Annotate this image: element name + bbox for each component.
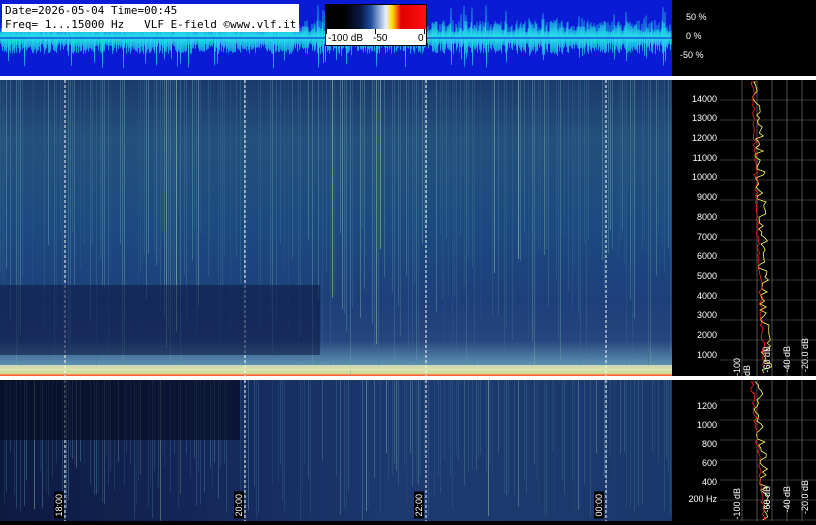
color-scale: -100 dB -50 0 <box>325 4 427 46</box>
time-label: 00:00 <box>594 492 604 519</box>
frequency-label: Freq= 1...15000 Hz VLF E-field ©www.vlf.… <box>5 18 297 31</box>
color-scale-bar <box>326 5 426 29</box>
freq-label: 10000 <box>691 172 717 182</box>
info-box: Date=2026-05-04 Time=00:45 Freq= 1...150… <box>2 4 300 32</box>
freq-label: 400 <box>701 477 717 487</box>
spectrogram-upper <box>0 80 672 376</box>
db-label: -100 dB <box>732 357 752 376</box>
freq-label: 12000 <box>691 133 717 143</box>
db-label: -40 dB <box>782 346 792 373</box>
spectrogram-texture <box>0 80 672 376</box>
freq-label: 2000 <box>696 330 717 340</box>
freq-label: 14000 <box>691 94 717 104</box>
spectrum-profile-upper: 14000 13000 12000 11000 10000 9000 8000 … <box>672 80 816 376</box>
freq-label: 1000 <box>696 420 717 430</box>
db-label: -60 dB <box>762 346 772 373</box>
spectrogram-lower: 18:00 20:00 22:00 00:00 <box>0 380 672 521</box>
date-time-label: Date=2026-05-04 Time=00:45 <box>5 4 178 17</box>
scale-label-min: -100 dB <box>328 33 364 44</box>
freq-label: 3000 <box>696 310 717 320</box>
freq-label: 1200 <box>696 401 717 411</box>
percent-label: 50 % <box>686 12 707 22</box>
db-label: -60 dB <box>762 486 772 513</box>
db-label: -40 dB <box>782 486 792 513</box>
freq-label: 600 <box>701 458 717 468</box>
freq-label: 7000 <box>696 232 717 242</box>
freq-label: 8000 <box>696 212 717 222</box>
percent-label: 0 % <box>686 31 702 41</box>
percent-label: -50 % <box>680 50 704 60</box>
time-label: 22:00 <box>414 492 424 519</box>
freq-label: 200 Hz <box>688 494 717 504</box>
scale-label-max: 0 <box>418 33 424 44</box>
spectrum-profile-lower: 1200 1000 800 600 400 200 Hz -100 dB -60… <box>672 380 816 521</box>
freq-label: 4000 <box>696 291 717 301</box>
freq-label: 1000 <box>696 350 717 360</box>
db-label: -100 dB <box>732 488 742 520</box>
time-label: 20:00 <box>234 492 244 519</box>
freq-label: 9000 <box>696 192 717 202</box>
freq-label: 800 <box>701 439 717 449</box>
spectrogram-texture <box>0 380 671 521</box>
freq-label: 6000 <box>696 251 717 261</box>
freq-label: 11000 <box>692 153 717 163</box>
db-label: -20.0 dB <box>800 338 810 373</box>
db-label: -20.0 dB <box>800 480 810 515</box>
freq-label: 13000 <box>691 113 717 123</box>
time-label: 18:00 <box>54 492 64 519</box>
scale-label-mid: -50 <box>373 33 388 44</box>
freq-label: 5000 <box>696 271 717 281</box>
percent-axis: 50 % 0 % -50 % <box>672 0 816 76</box>
